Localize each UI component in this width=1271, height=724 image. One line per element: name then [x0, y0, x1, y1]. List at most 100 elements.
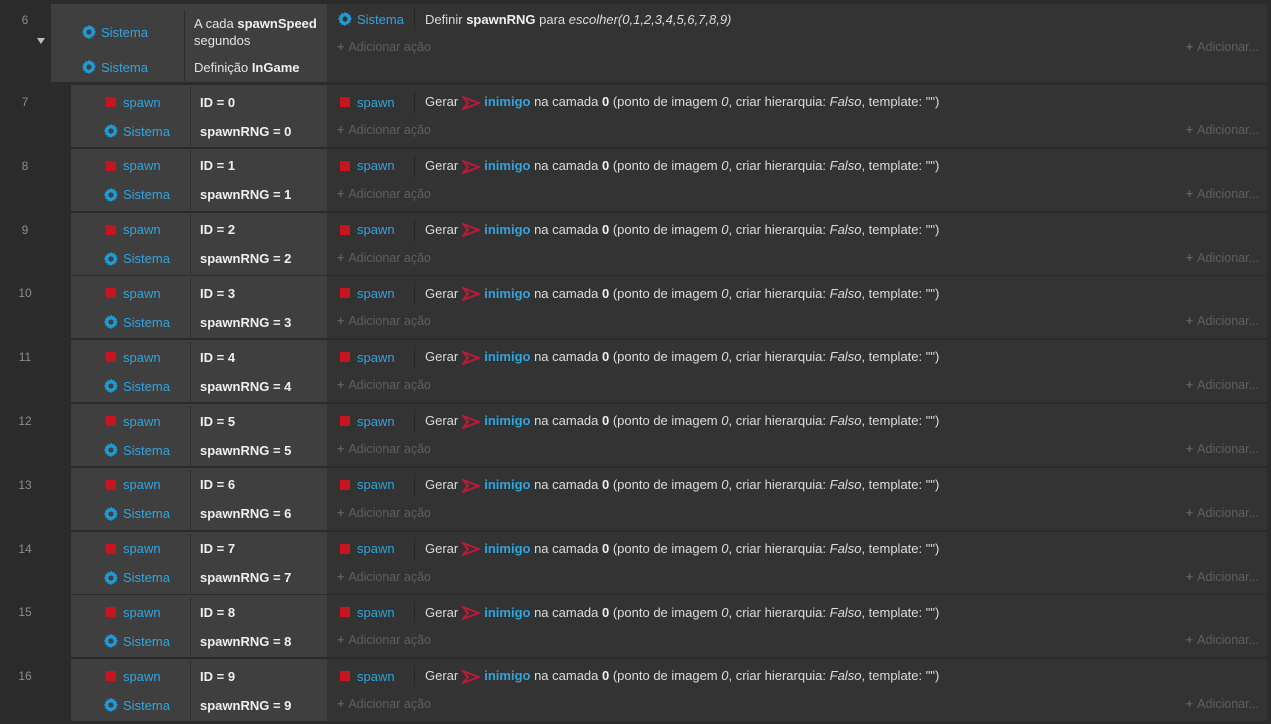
sub-event-block[interactable]: spawn ID = 0 Sistema spawnRNG = 0 spawn …	[71, 85, 1267, 147]
row-number: 10	[18, 286, 32, 301]
action-spawn-inimigo[interactable]: spawn Gerar inimigo na camada 0 (ponto de…	[327, 599, 1267, 625]
red-square-icon	[340, 543, 350, 554]
condition-spawn-id[interactable]: spawn ID = 9	[71, 661, 327, 692]
add-action-link[interactable]: + Adicionar ação	[337, 633, 431, 647]
condition-spawnrng[interactable]: Sistema spawnRNG = 1	[71, 179, 327, 210]
sub-event-block[interactable]: spawn ID = 6 Sistema spawnRNG = 6 spawn …	[71, 467, 1267, 530]
add-action-link[interactable]: + Adicionar ação	[337, 570, 431, 584]
action-spawn-inimigo[interactable]: spawn Gerar inimigo na camada 0 (ponto de…	[327, 663, 1267, 689]
add-action-link[interactable]: + Adicionar ação	[337, 506, 431, 520]
gear-icon	[103, 442, 118, 458]
action-set-spawnrng[interactable]: Sistema Definir spawnRNG para escolher(0…	[327, 6, 1267, 32]
sub-event-block[interactable]: spawn ID = 1 Sistema spawnRNG = 1 spawn …	[71, 148, 1267, 211]
condition-spawnrng[interactable]: Sistema spawnRNG = 3	[71, 307, 327, 338]
red-square-icon	[340, 416, 350, 426]
action-spawn-inimigo[interactable]: spawn Gerar inimigo na camada 0 (ponto de…	[327, 280, 1267, 306]
conditions-column[interactable]: spawn ID = 8 Sistema spawnRNG = 8	[71, 595, 327, 658]
action-text: Gerar inimigo na camada 0 (ponto de image…	[425, 349, 940, 365]
action-spawn-inimigo[interactable]: spawn Gerar inimigo na camada 0 (ponto de…	[327, 344, 1267, 370]
action-spawn-inimigo[interactable]: spawn Gerar inimigo na camada 0 (ponto de…	[327, 472, 1267, 498]
add-more-link[interactable]: + Adicionar...	[1186, 187, 1259, 201]
event-block-6[interactable]: Sistema A cada spawnSpeed segundos Sistem…	[51, 4, 1267, 82]
actions-column[interactable]: spawn Gerar inimigo na camada 0 (ponto de…	[327, 213, 1267, 275]
condition-spawnrng[interactable]: Sistema spawnRNG = 0	[71, 116, 327, 146]
actions-column[interactable]: spawn Gerar inimigo na camada 0 (ponto de…	[327, 276, 1267, 338]
condition-every-seconds[interactable]: Sistema A cada spawnSpeed segundos	[51, 10, 327, 54]
actions-column[interactable]: spawn Gerar inimigo na camada 0 (ponto de…	[327, 532, 1267, 594]
add-action-link[interactable]: + Adicionar ação	[337, 697, 431, 711]
condition-ingame[interactable]: Sistema Definição InGame	[51, 53, 327, 81]
conditions-column[interactable]: spawn ID = 0 Sistema spawnRNG = 0	[71, 85, 327, 147]
actions-column[interactable]: spawn Gerar inimigo na camada 0 (ponto de…	[327, 659, 1267, 721]
condition-spawn-id[interactable]: spawn ID = 6	[71, 469, 327, 500]
condition-spawn-id[interactable]: spawn ID = 4	[71, 342, 327, 373]
add-more-link[interactable]: + Adicionar...	[1186, 40, 1259, 54]
sub-event-block[interactable]: spawn ID = 9 Sistema spawnRNG = 9 spawn …	[71, 659, 1267, 722]
condition-spawnrng[interactable]: Sistema spawnRNG = 4	[71, 371, 327, 402]
add-more-link[interactable]: + Adicionar...	[1186, 442, 1259, 456]
add-more-link[interactable]: + Adicionar...	[1186, 251, 1259, 265]
sub-event-block[interactable]: spawn ID = 5 Sistema spawnRNG = 5 spawn …	[71, 404, 1267, 466]
action-spawn-inimigo[interactable]: spawn Gerar inimigo na camada 0 (ponto de…	[327, 89, 1267, 115]
conditions-column[interactable]: spawn ID = 7 Sistema spawnRNG = 7	[71, 531, 327, 594]
add-more-link[interactable]: + Adicionar...	[1186, 123, 1259, 137]
add-more-link[interactable]: + Adicionar...	[1186, 570, 1259, 584]
condition-text: ID = 5	[200, 413, 236, 429]
conditions-column[interactable]: spawn ID = 9 Sistema spawnRNG = 9	[71, 659, 327, 722]
conditions-column[interactable]: spawn ID = 1 Sistema spawnRNG = 1	[71, 148, 327, 211]
add-more-link[interactable]: + Adicionar...	[1186, 633, 1259, 647]
add-more-link[interactable]: + Adicionar...	[1186, 378, 1259, 392]
add-more-link[interactable]: + Adicionar...	[1186, 506, 1259, 520]
conditions-column[interactable]: spawn ID = 4 Sistema spawnRNG = 4	[71, 340, 327, 403]
actions-column[interactable]: spawn Gerar inimigo na camada 0 (ponto de…	[327, 149, 1267, 211]
condition-spawn-id[interactable]: spawn ID = 0	[71, 87, 327, 117]
add-more-link[interactable]: + Adicionar...	[1186, 314, 1259, 328]
add-action-link[interactable]: + Adicionar ação	[337, 442, 431, 456]
condition-spawn-id[interactable]: spawn ID = 5	[71, 406, 327, 436]
sub-event-block[interactable]: spawn ID = 3 Sistema spawnRNG = 3 spawn …	[71, 276, 1267, 339]
action-spawn-inimigo[interactable]: spawn Gerar inimigo na camada 0 (ponto de…	[327, 153, 1267, 179]
add-action-link[interactable]: + Adicionar ação	[337, 187, 431, 201]
conditions-column[interactable]: spawn ID = 3 Sistema spawnRNG = 3	[71, 276, 327, 339]
action-object: spawn	[327, 601, 415, 624]
condition-spawnrng[interactable]: Sistema spawnRNG = 5	[71, 435, 327, 465]
condition-spawnrng[interactable]: Sistema spawnRNG = 8	[71, 626, 327, 657]
sub-event-block[interactable]: spawn ID = 2 Sistema spawnRNG = 2 spawn …	[71, 212, 1267, 275]
condition-spawnrng[interactable]: Sistema spawnRNG = 9	[71, 690, 327, 721]
actions-column[interactable]: spawn Gerar inimigo na camada 0 (ponto de…	[327, 340, 1267, 402]
row-number: 6	[21, 13, 29, 27]
action-spawn-inimigo[interactable]: spawn Gerar inimigo na camada 0 (ponto de…	[327, 217, 1267, 243]
add-action-link[interactable]: + Adicionar ação	[337, 314, 431, 328]
conditions-column[interactable]: spawn ID = 2 Sistema spawnRNG = 2	[71, 212, 327, 275]
actions-column[interactable]: spawn Gerar inimigo na camada 0 (ponto de…	[327, 595, 1267, 657]
condition-spawnrng[interactable]: Sistema spawnRNG = 2	[71, 243, 327, 274]
conditions-column[interactable]: spawn ID = 5 Sistema spawnRNG = 5	[71, 404, 327, 466]
conditions-column[interactable]: Sistema A cada spawnSpeed segundos Sistem…	[51, 4, 327, 82]
add-action-link[interactable]: + Adicionar ação	[337, 378, 431, 392]
arrow-sprite-icon	[462, 606, 481, 621]
condition-spawn-id[interactable]: spawn ID = 2	[71, 214, 327, 245]
condition-spawnrng[interactable]: Sistema spawnRNG = 6	[71, 498, 327, 529]
add-more-link[interactable]: + Adicionar...	[1186, 697, 1259, 711]
condition-spawn-id[interactable]: spawn ID = 1	[71, 150, 327, 181]
condition-spawn-id[interactable]: spawn ID = 7	[71, 533, 327, 564]
conditions-column[interactable]: spawn ID = 6 Sistema spawnRNG = 6	[71, 467, 327, 530]
add-action-link[interactable]: + Adicionar ação	[337, 123, 431, 137]
action-spawn-inimigo[interactable]: spawn Gerar inimigo na camada 0 (ponto de…	[327, 536, 1267, 562]
condition-spawnrng[interactable]: Sistema spawnRNG = 7	[71, 562, 327, 593]
actions-column[interactable]: spawn Gerar inimigo na camada 0 (ponto de…	[327, 468, 1267, 530]
action-spawn-inimigo[interactable]: spawn Gerar inimigo na camada 0 (ponto de…	[327, 408, 1267, 434]
sub-event-block[interactable]: spawn ID = 4 Sistema spawnRNG = 4 spawn …	[71, 340, 1267, 403]
add-action-link[interactable]: + Adicionar ação	[337, 251, 431, 265]
sub-event-block[interactable]: spawn ID = 8 Sistema spawnRNG = 8 spawn …	[71, 595, 1267, 658]
plus-icon: +	[337, 505, 345, 520]
collapse-arrow-icon[interactable]	[37, 38, 45, 44]
condition-spawn-id[interactable]: spawn ID = 3	[71, 278, 327, 309]
red-square-icon	[106, 607, 116, 618]
add-action-link[interactable]: + Adicionar ação	[337, 40, 431, 54]
actions-column[interactable]: spawn Gerar inimigo na camada 0 (ponto de…	[327, 404, 1267, 466]
actions-column[interactable]: spawn Gerar inimigo na camada 0 (ponto de…	[327, 85, 1267, 147]
sub-event-block[interactable]: spawn ID = 7 Sistema spawnRNG = 7 spawn …	[71, 531, 1267, 594]
condition-spawn-id[interactable]: spawn ID = 8	[71, 597, 327, 628]
actions-column[interactable]: Sistema Definir spawnRNG para escolher(0…	[327, 4, 1267, 82]
